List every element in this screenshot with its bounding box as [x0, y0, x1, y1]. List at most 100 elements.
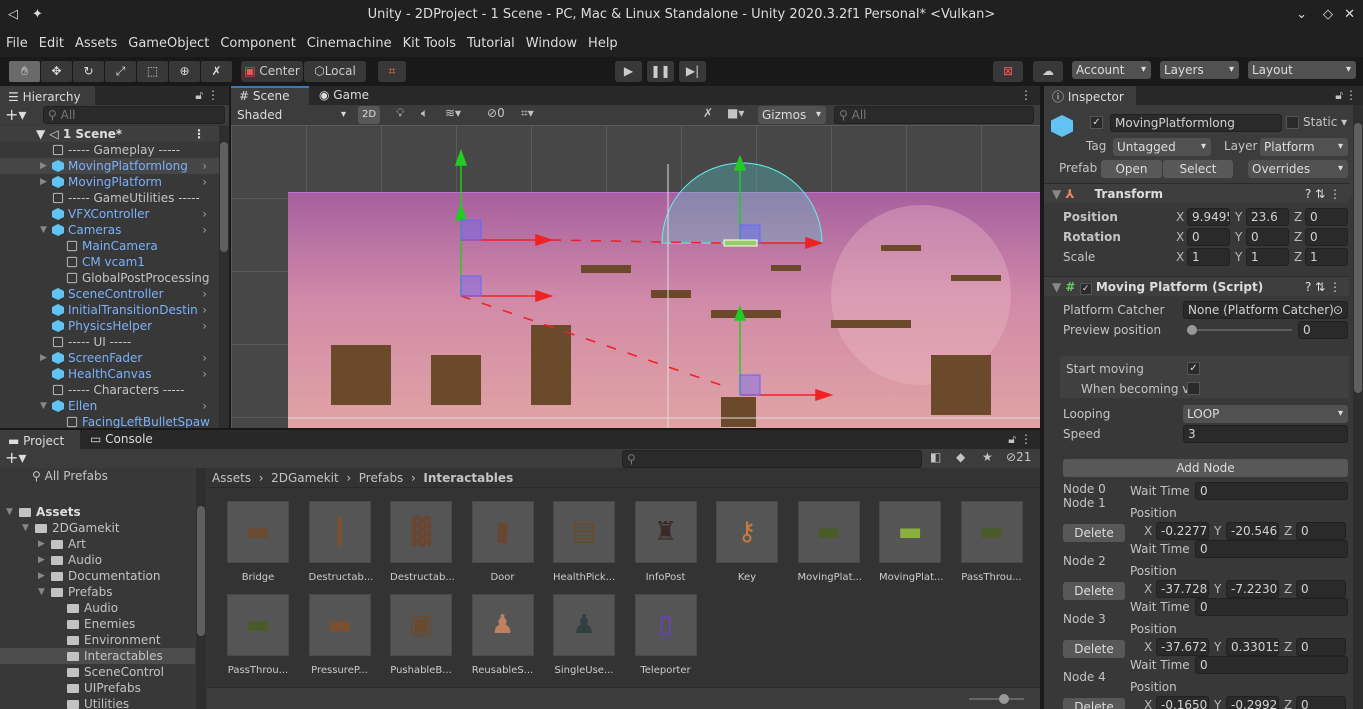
looping-dropdown[interactable]: LOOP: [1183, 405, 1348, 423]
hierarchy-item[interactable]: VFXController ›: [0, 206, 219, 222]
position-z-input[interactable]: 0: [1305, 208, 1348, 226]
folder-item[interactable]: ▼ Prefabs: [0, 584, 195, 600]
tag-dropdown[interactable]: Untagged: [1113, 138, 1211, 156]
node-z-input[interactable]: 0: [1296, 522, 1346, 540]
scene-viewport[interactable]: [231, 125, 1040, 428]
open-prefab-icon[interactable]: ›: [202, 366, 207, 382]
node-z-input[interactable]: 0: [1296, 638, 1346, 656]
scene-row[interactable]: ▼ ◁ 1 Scene* ⋮: [0, 126, 219, 142]
breadcrumb-item[interactable]: Assets: [212, 471, 251, 485]
folder-item[interactable]: ▼ 2DGamekit: [0, 520, 195, 536]
2d-toggle[interactable]: 2D: [358, 106, 380, 124]
open-prefab-icon[interactable]: ›: [202, 350, 207, 366]
scale-x-input[interactable]: 1: [1187, 248, 1230, 266]
position-y-input[interactable]: 23.6: [1246, 208, 1289, 226]
node-z-input[interactable]: 0: [1296, 696, 1346, 709]
object-name-input[interactable]: MovingPlatformlong: [1110, 114, 1282, 132]
hierarchy-item[interactable]: PhysicsHelper ›: [0, 318, 219, 334]
folder-item[interactable]: Interactables: [0, 648, 195, 664]
start-moving-checkbox[interactable]: ✓: [1187, 362, 1200, 375]
hand-icon[interactable]: ✋︎: [9, 61, 40, 82]
step-button[interactable]: ▶|: [679, 61, 706, 82]
camera-icon[interactable]: ■▾: [727, 106, 744, 120]
hierarchy-item[interactable]: ----- Gameplay -----: [0, 142, 219, 158]
wait-time-input[interactable]: 0: [1195, 598, 1348, 616]
asset-item[interactable]: ▤ HealthPick...: [553, 501, 615, 583]
menu-kit-tools[interactable]: Kit Tools: [403, 36, 456, 51]
rotate-icon[interactable]: ↻: [73, 61, 104, 82]
delete-node-button[interactable]: Delete: [1063, 582, 1125, 600]
more-icon[interactable]: ⋮: [1020, 432, 1032, 446]
when-becoming-visible-checkbox[interactable]: [1187, 382, 1200, 395]
delete-node-button[interactable]: Delete: [1063, 524, 1125, 542]
preview-position-input[interactable]: 0: [1298, 321, 1348, 339]
asset-item[interactable]: ♜ InfoPost: [634, 501, 697, 583]
open-prefab-icon[interactable]: ›: [202, 206, 207, 222]
rotation-x-input[interactable]: 0: [1187, 228, 1230, 246]
hierarchy-item[interactable]: CM vcam1: [0, 254, 219, 270]
tools-icon[interactable]: ✗: [703, 106, 713, 120]
filter-type-icon[interactable]: ◧: [930, 450, 941, 464]
lighting-icon[interactable]: 💡︎: [396, 106, 404, 121]
hierarchy-item[interactable]: GlobalPostProcessing: [0, 270, 219, 286]
lock-icon[interactable]: 🔓︎: [1008, 432, 1016, 447]
audio-icon[interactable]: 🔈︎: [421, 106, 428, 121]
grid-icon[interactable]: ⌗▾: [521, 106, 534, 121]
close-icon[interactable]: ✕: [1344, 0, 1355, 29]
static-checkbox[interactable]: [1286, 116, 1299, 129]
shading-dropdown[interactable]: Shaded: [233, 106, 351, 124]
folder-item[interactable]: ▼ Assets: [0, 504, 195, 520]
static-dropdown[interactable]: Static ▾: [1303, 115, 1347, 129]
hierarchy-item[interactable]: FacingLeftBulletSpaw: [0, 414, 219, 428]
scale-icon[interactable]: ⤢: [105, 61, 136, 82]
menu-gameobject[interactable]: GameObject: [128, 36, 209, 51]
favorite-icon[interactable]: ★: [982, 450, 993, 464]
hierarchy-item[interactable]: HealthCanvas ›: [0, 366, 219, 382]
hierarchy-item[interactable]: ▼ Ellen ›: [0, 398, 219, 414]
asset-item[interactable]: ┃ Destructab...: [308, 501, 373, 583]
node-y-input[interactable]: -7.22300: [1226, 580, 1279, 598]
asset-item[interactable]: ▬ PassThrou...: [227, 594, 289, 676]
open-prefab-icon[interactable]: ›: [202, 398, 207, 414]
node-y-input[interactable]: 0.33015: [1226, 638, 1279, 656]
overrides-dropdown[interactable]: Overrides: [1248, 160, 1348, 178]
active-checkbox[interactable]: ✓: [1090, 116, 1103, 129]
menu-help[interactable]: Help: [588, 36, 618, 51]
pause-button[interactable]: ❚❚: [647, 61, 674, 82]
asset-item[interactable]: ♟ ReusableS...: [471, 594, 534, 676]
wait-time-input[interactable]: 0: [1195, 540, 1348, 558]
asset-item[interactable]: ♟ SingleUse...: [553, 594, 615, 676]
breadcrumb-item[interactable]: Prefabs: [359, 471, 404, 485]
breadcrumb-item[interactable]: Interactables: [423, 471, 513, 485]
open-prefab-icon[interactable]: ›: [202, 158, 207, 174]
asset-item[interactable]: ▯ Teleporter: [634, 594, 697, 676]
slider-knob[interactable]: [1187, 325, 1197, 335]
hierarchy-scrollbar[interactable]: [219, 126, 229, 428]
prefab-select-button[interactable]: Select: [1163, 160, 1233, 178]
transform-icon[interactable]: ⊕: [169, 61, 200, 82]
node-y-input[interactable]: -0.29928: [1226, 696, 1279, 709]
asset-item[interactable]: ▮ Door: [471, 501, 534, 583]
folder-item[interactable]: Environment: [0, 632, 195, 648]
speed-input[interactable]: 3: [1183, 425, 1348, 443]
collab-icon[interactable]: ⊠: [993, 61, 1023, 82]
add-node-button[interactable]: Add Node: [1063, 459, 1348, 477]
hierarchy-item[interactable]: ----- GameUtilities -----: [0, 190, 219, 206]
open-prefab-icon[interactable]: ›: [202, 222, 207, 238]
hierarchy-item[interactable]: ----- UI -----: [0, 334, 219, 350]
rect-icon[interactable]: ⬚: [137, 61, 168, 82]
delete-node-button[interactable]: Delete: [1063, 640, 1125, 658]
node-x-input[interactable]: -37.6722: [1156, 638, 1209, 656]
more-icon[interactable]: ⋮: [1020, 88, 1032, 102]
folder-item[interactable]: Enemies: [0, 616, 195, 632]
hierarchy-item[interactable]: ----- Characters -----: [0, 382, 219, 398]
delete-node-button[interactable]: Delete: [1063, 698, 1125, 709]
lock-icon[interactable]: 🔓︎: [1335, 88, 1343, 103]
hierarchy-item[interactable]: MainCamera: [0, 238, 219, 254]
wait-time-input[interactable]: 0: [1195, 656, 1348, 674]
maximize-icon[interactable]: ◇: [1323, 0, 1333, 29]
scale-z-input[interactable]: 1: [1305, 248, 1348, 266]
hierarchy-item[interactable]: ▶ MovingPlatform ›: [0, 174, 219, 190]
layout-dropdown[interactable]: Layout: [1248, 61, 1356, 79]
menu-assets[interactable]: Assets: [75, 36, 117, 51]
